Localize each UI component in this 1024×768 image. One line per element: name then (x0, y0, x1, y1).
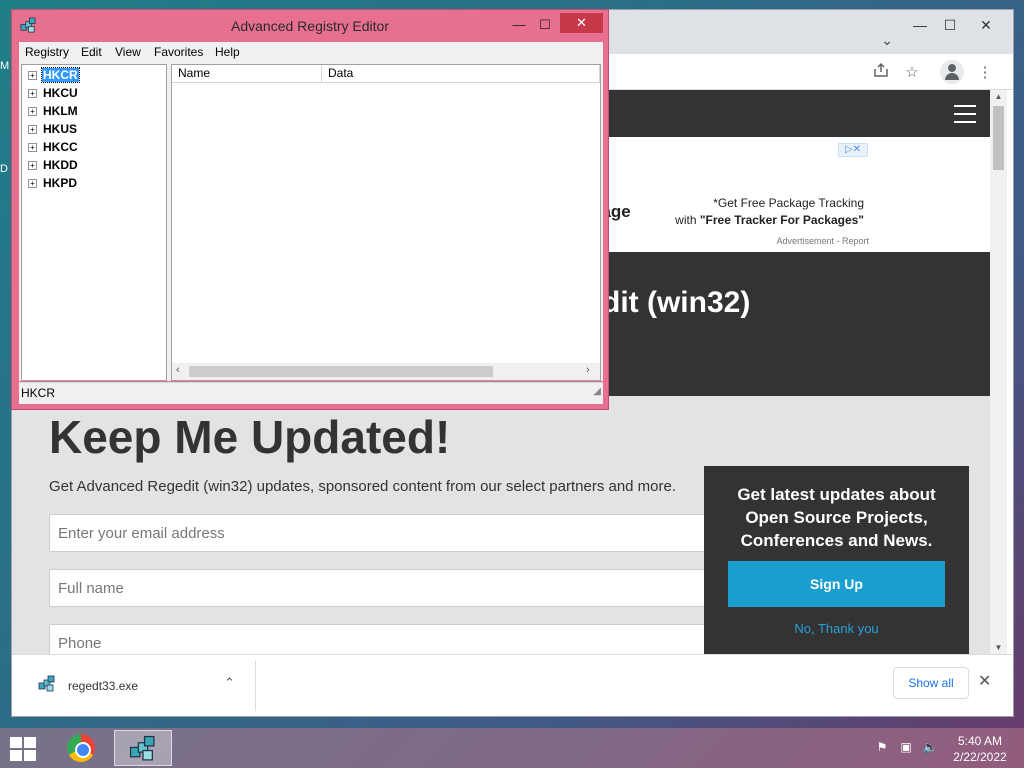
show-all-button[interactable]: Show all (893, 667, 969, 699)
expand-icon[interactable]: + (28, 125, 37, 134)
ad-text-prefix: with (675, 213, 700, 227)
email-field[interactable] (49, 514, 729, 552)
tab-search-icon[interactable]: ⌄ (881, 32, 893, 49)
scroll-right-icon[interactable]: › (586, 364, 590, 376)
clock-date: 2/22/2022 (953, 750, 1007, 764)
action-center-flag-icon[interactable]: ⚑ (874, 740, 890, 756)
expand-icon[interactable]: + (28, 143, 37, 152)
registry-key-tree: + HKCR + HKCU + HKLM + HKUS + HKCC + HKD… (21, 64, 167, 381)
newsletter-description: Get Advanced Regedit (win32) updates, sp… (49, 478, 677, 495)
download-bar: regedt33.exe ⌃ Show all ✕ (12, 654, 1013, 716)
desktop-icon-label: M (0, 60, 10, 72)
start-button[interactable] (10, 737, 38, 761)
taskbar-registry-editor-button[interactable] (114, 730, 172, 766)
registry-file-icon (38, 675, 55, 692)
download-file-name: regedt33.exe (68, 679, 139, 693)
status-path: HKCR (21, 386, 56, 400)
horizontal-scrollbar[interactable]: ‹ › (172, 363, 600, 380)
scroll-left-icon[interactable]: ‹ (176, 364, 180, 376)
scroll-down-arrow-icon[interactable]: ▼ (990, 643, 1007, 652)
desktop-icon-label: D (0, 163, 8, 175)
share-icon[interactable] (870, 62, 892, 84)
registry-editor-body: + HKCR + HKCU + HKLM + HKUS + HKCC + HKD… (19, 62, 603, 381)
bookmark-star-icon[interactable]: ☆ (901, 62, 923, 84)
tree-item-label[interactable]: HKUS (42, 122, 78, 136)
browser-close-button[interactable]: ✕ (970, 14, 1002, 36)
system-clock[interactable]: 5:40 AM 2/22/2022 (946, 733, 1014, 765)
menu-edit[interactable]: Edit (81, 45, 102, 59)
chrome-icon (67, 734, 95, 762)
expand-icon[interactable]: + (28, 179, 37, 188)
column-header-name[interactable]: Name (172, 65, 322, 83)
ad-text-line: with "Free Tracker For Packages" (612, 213, 864, 227)
network-icon[interactable]: ▣ (898, 740, 914, 756)
close-button[interactable]: ✕ (560, 13, 603, 33)
scrollbar-thumb[interactable] (993, 106, 1004, 170)
browser-minimize-button[interactable]: — (904, 14, 936, 36)
registry-values-list[interactable]: Name Data ‹ › (171, 64, 601, 381)
adchoices-icon[interactable]: ▷✕ (838, 143, 868, 157)
expand-icon[interactable]: + (28, 71, 37, 80)
profile-icon[interactable] (940, 60, 964, 84)
hamburger-menu-icon[interactable] (954, 105, 976, 123)
taskbar-chrome-button[interactable] (52, 730, 110, 766)
volume-muted-icon[interactable]: 🔈 (922, 740, 938, 756)
resize-grip-icon[interactable]: ◢ (593, 382, 601, 402)
tree-item-label[interactable]: HKCR (41, 67, 80, 83)
menu-favorites[interactable]: Favorites (154, 45, 203, 59)
maximize-button[interactable]: ☐ (532, 15, 558, 35)
status-bar: HKCR ◢ (19, 382, 603, 404)
scrollbar-thumb[interactable] (189, 366, 493, 377)
browser-maximize-button[interactable]: ☐ (934, 14, 966, 36)
download-item[interactable]: regedt33.exe ⌃ (12, 661, 256, 711)
registry-editor-window: Advanced Registry Editor — ☐ ✕ Registry … (11, 9, 609, 410)
tree-item-label[interactable]: HKLM (42, 104, 79, 118)
menu-view[interactable]: View (115, 45, 141, 59)
expand-icon[interactable]: + (28, 161, 37, 170)
clock-time: 5:40 AM (957, 734, 1003, 748)
tree-item-label[interactable]: HKPD (42, 176, 78, 190)
ad-report-link[interactable]: Advertisement - Report (712, 236, 869, 246)
page-title: dit (win32) (602, 286, 751, 319)
full-name-field[interactable] (49, 569, 729, 607)
expand-icon[interactable]: + (28, 89, 37, 98)
page-scrollbar[interactable]: ▲ ▼ (990, 90, 1007, 654)
phone-field[interactable] (49, 624, 729, 654)
taskbar: ⚑ ▣ 🔈 5:40 AM 2/22/2022 (0, 728, 1024, 768)
ad-text-line: *Get Free Package Tracking (713, 196, 864, 210)
registry-editor-titlebar[interactable]: Advanced Registry Editor — ☐ ✕ (12, 10, 608, 40)
scroll-up-arrow-icon[interactable]: ▲ (990, 92, 1007, 101)
tree-item-label[interactable]: HKCU (42, 86, 79, 100)
chevron-up-icon[interactable]: ⌃ (224, 675, 235, 691)
menu-registry[interactable]: Registry (25, 45, 69, 59)
tree-item-label[interactable]: HKCC (42, 140, 79, 154)
column-header-data[interactable]: Data (322, 65, 600, 83)
signup-popup: Get latest updates about Open Source Pro… (704, 466, 969, 654)
ad-text-bold: "Free Tracker For Packages" (699, 213, 864, 227)
chrome-menu-icon[interactable]: ⋮ (974, 62, 996, 84)
tree-item-label[interactable]: HKDD (42, 158, 79, 172)
newsletter-heading: Keep Me Updated! (49, 411, 451, 463)
close-download-bar-icon[interactable]: ✕ (978, 671, 991, 691)
sign-up-button[interactable]: Sign Up (728, 561, 945, 607)
minimize-button[interactable]: — (506, 15, 532, 35)
menu-bar: Registry Edit View Favorites Help (19, 42, 603, 62)
registry-app-icon (129, 735, 155, 761)
expand-icon[interactable]: + (28, 107, 37, 116)
menu-help[interactable]: Help (215, 45, 240, 59)
signup-message: Get latest updates about Open Source Pro… (737, 485, 936, 550)
no-thanks-link[interactable]: No, Thank you (728, 621, 945, 636)
